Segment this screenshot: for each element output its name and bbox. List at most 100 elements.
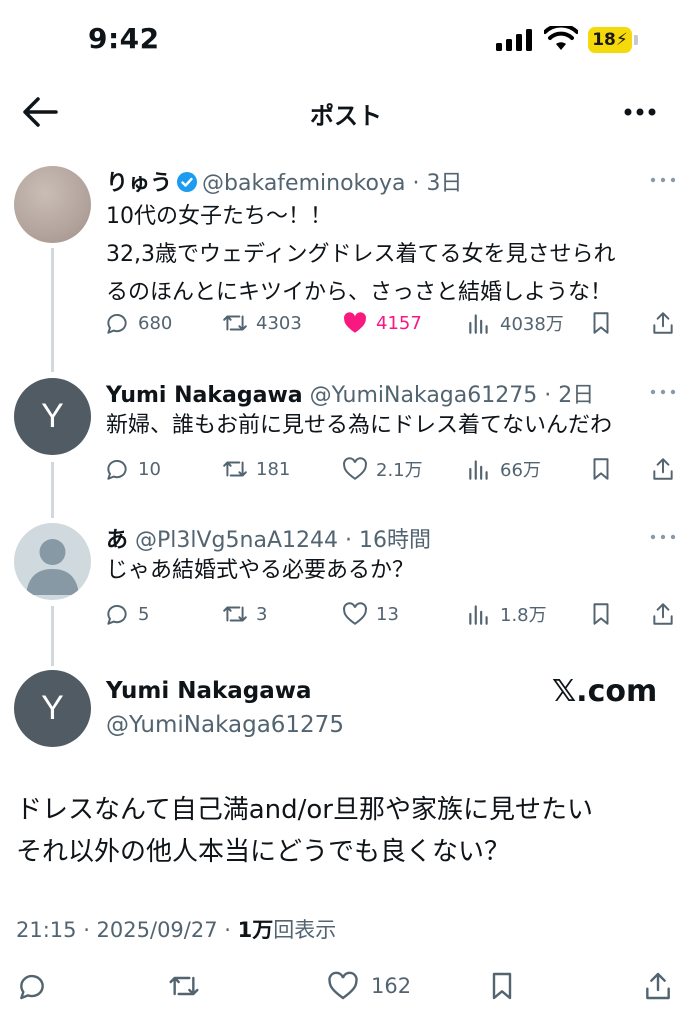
- views-icon: [469, 314, 488, 334]
- views-icon: [469, 605, 488, 625]
- share-icon: [646, 972, 670, 1000]
- tweet-header: Yumi Nakagawa @YumiNakaga61275 · 2日: [106, 383, 595, 408]
- more-icon[interactable]: [620, 98, 660, 126]
- like-icon: [344, 312, 367, 333]
- tweet-text: じゃあ結婚式やる必要あるか？: [106, 552, 682, 590]
- share-icon: [653, 458, 673, 480]
- author-name[interactable]: あ: [106, 528, 128, 553]
- author-name[interactable]: Yumi Nakagawa: [106, 678, 312, 704]
- share-icon: [653, 312, 673, 334]
- source-badge: 𝕏.com: [552, 674, 658, 709]
- status-time: 9:42: [88, 22, 160, 55]
- thread-connector: [51, 606, 54, 666]
- reply-icon: [107, 314, 127, 334]
- reply-icon: [20, 974, 44, 1000]
- like-button[interactable]: 2.1万: [342, 454, 423, 484]
- avatar[interactable]: [14, 166, 91, 243]
- views-button[interactable]: 1.8万: [466, 599, 547, 629]
- tweet-line: るのほんとにキツイから、さっさと結婚しような！: [106, 280, 613, 305]
- tweet-text: 新婦、誰もお前に見せる為にドレス着てないんだわ: [106, 407, 682, 445]
- avatar[interactable]: [14, 523, 91, 600]
- like-count: 2.1万: [376, 460, 423, 481]
- views-icon: [469, 460, 488, 480]
- like-count: 4157: [376, 312, 422, 334]
- like-icon: [328, 971, 358, 1000]
- tweet-line: 新婦、誰もお前に見せる為にドレス着てないんだわ: [106, 413, 613, 438]
- battery-cap: [634, 35, 638, 45]
- tweet-line: それ以外の他人本当にどうでも良くない？: [16, 837, 511, 867]
- tweet-text: ドレスなんて自己満and/or旦那や家族に見せたい それ以外の他人本当にどうでも…: [16, 789, 676, 873]
- avatar[interactable]: Y: [14, 670, 91, 747]
- like-button[interactable]: 13: [342, 599, 399, 629]
- like-icon: [343, 457, 367, 480]
- tweet-header: あ @Pl3lVg5naA1244 · 16時間: [106, 528, 431, 553]
- post-age[interactable]: 2日: [558, 383, 594, 408]
- bookmark-icon: [492, 972, 512, 1000]
- thread-connector: [51, 248, 54, 372]
- reply-count: 5: [138, 603, 150, 625]
- views-label: 回表示: [273, 918, 337, 942]
- author-handle[interactable]: @YumiNakaga61275: [310, 383, 538, 408]
- battery-level: 18: [592, 30, 616, 50]
- like-button[interactable]: 162: [327, 966, 411, 1006]
- author-handle[interactable]: @bakafeminokoya: [202, 171, 405, 196]
- post-timestamp[interactable]: 21:15 · 2025/09/27 ·: [16, 918, 238, 942]
- bookmark-button[interactable]: [486, 966, 530, 1006]
- cellular-signal-icon: [496, 29, 532, 51]
- repost-button[interactable]: [168, 966, 212, 1006]
- share-button[interactable]: [642, 966, 686, 1006]
- tweet-actions: 680 4303 4157 4038万: [104, 308, 684, 338]
- verified-badge-icon: [177, 172, 198, 192]
- bookmark-icon: [593, 312, 609, 334]
- author-name[interactable]: りゅう: [106, 171, 172, 196]
- more-icon[interactable]: [648, 170, 678, 190]
- post-age[interactable]: 3日: [426, 171, 462, 196]
- repost-count: 181: [256, 458, 291, 480]
- author-name[interactable]: Yumi Nakagawa: [106, 383, 303, 408]
- repost-button[interactable]: 181: [222, 454, 290, 484]
- post-meta: 21:15 · 2025/09/27 · 1万回表示: [16, 914, 336, 944]
- tweet-text: 10代の女子たち〜！！ 32,3歳でウェディングドレス着てる女を見させられ るの…: [106, 198, 682, 312]
- bookmark-button[interactable]: [588, 599, 622, 629]
- page-title: ポスト: [310, 102, 382, 130]
- share-button[interactable]: [650, 599, 684, 629]
- like-count: 13: [376, 603, 399, 625]
- bookmark-button[interactable]: [588, 454, 622, 484]
- tweet-line: ドレスなんて自己満and/or旦那や家族に見せたい: [16, 795, 593, 825]
- share-button[interactable]: [650, 308, 684, 338]
- like-icon: [343, 602, 367, 625]
- view-count: 4038万: [500, 314, 564, 335]
- reply-button[interactable]: 10: [104, 454, 161, 484]
- views-button[interactable]: 4038万: [466, 308, 564, 338]
- share-icon: [653, 603, 673, 625]
- reply-icon: [107, 460, 127, 480]
- author-handle[interactable]: @YumiNakaga61275: [106, 712, 344, 738]
- reply-button[interactable]: 680: [104, 308, 172, 338]
- tweet-line: じゃあ結婚式やる必要あるか？: [106, 558, 415, 583]
- repost-icon: [223, 315, 247, 331]
- reply-button[interactable]: 5: [104, 599, 149, 629]
- repost-button[interactable]: 4303: [222, 308, 302, 338]
- share-button[interactable]: [650, 454, 684, 484]
- more-icon[interactable]: [648, 527, 678, 547]
- view-count: 66万: [500, 460, 541, 481]
- default-avatar-icon: [26, 539, 79, 595]
- bookmark-button[interactable]: [588, 308, 622, 338]
- bookmark-icon: [593, 458, 609, 480]
- post-age[interactable]: 16時間: [359, 528, 431, 553]
- reply-count: 680: [138, 312, 173, 334]
- tweet-line: 10代の女子たち〜！！: [106, 204, 332, 229]
- tweet-header: りゅう @bakafeminokoya · 3日: [106, 171, 463, 196]
- more-icon[interactable]: [648, 382, 678, 402]
- views-button[interactable]: 66万: [466, 454, 541, 484]
- avatar[interactable]: Y: [14, 378, 91, 455]
- reply-button[interactable]: [16, 966, 60, 1006]
- repost-count: 4303: [256, 312, 302, 334]
- author-handle[interactable]: @Pl3lVg5naA1244: [135, 528, 338, 553]
- repost-button[interactable]: 3: [222, 599, 267, 629]
- like-button[interactable]: 4157: [342, 308, 422, 338]
- bookmark-icon: [593, 603, 609, 625]
- tweet-actions: 5 3 13 1.8万: [104, 599, 684, 629]
- view-count: 1.8万: [500, 605, 547, 626]
- reply-icon: [107, 605, 127, 625]
